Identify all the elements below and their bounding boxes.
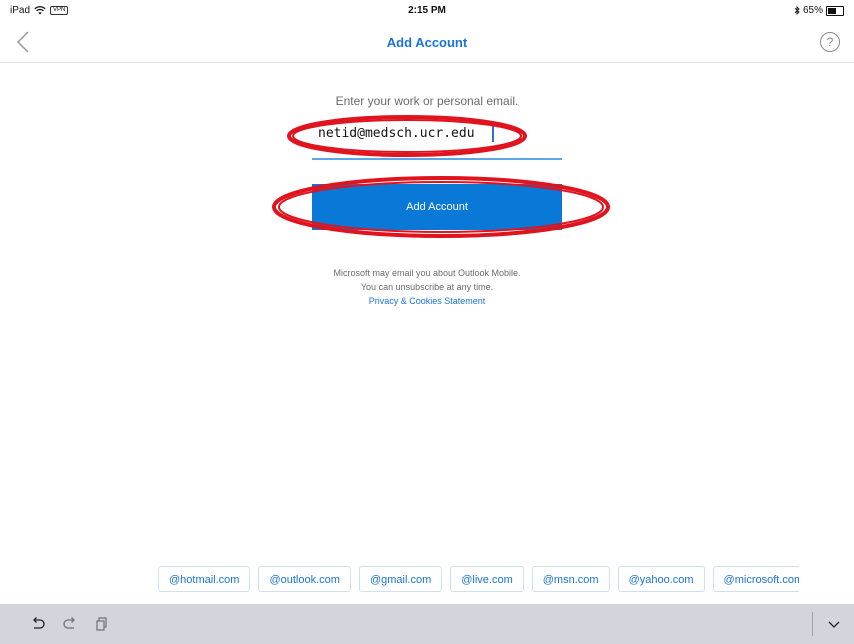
status-right: 65% bbox=[794, 5, 844, 16]
suggestion-hotmail[interactable]: @hotmail.com bbox=[158, 566, 251, 592]
nav-bar: Add Account ? bbox=[0, 22, 854, 63]
email-input[interactable] bbox=[318, 126, 508, 141]
email-field[interactable] bbox=[312, 120, 562, 160]
dismiss-keyboard-icon[interactable] bbox=[826, 616, 842, 632]
disclaimer: Microsoft may email you about Outlook Mo… bbox=[0, 266, 854, 308]
redo-icon[interactable] bbox=[62, 616, 78, 632]
status-time: 2:15 PM bbox=[408, 5, 446, 16]
disclaimer-line-1: Microsoft may email you about Outlook Mo… bbox=[333, 268, 521, 278]
domain-suggestions: @hotmail.com @outlook.com @gmail.com @li… bbox=[158, 566, 799, 594]
suggestion-outlook[interactable]: @outlook.com bbox=[258, 566, 351, 592]
suggestion-msn[interactable]: @msn.com bbox=[531, 566, 610, 592]
suggestion-yahoo[interactable]: @yahoo.com bbox=[617, 566, 705, 592]
add-account-button[interactable]: Add Account bbox=[312, 184, 562, 230]
suggestion-gmail[interactable]: @gmail.com bbox=[358, 566, 443, 592]
undo-icon[interactable] bbox=[30, 616, 46, 632]
suggestion-microsoft[interactable]: @microsoft.com bbox=[712, 566, 799, 592]
email-prompt: Enter your work or personal email. bbox=[335, 94, 519, 108]
privacy-cookies-link[interactable]: Privacy & Cookies Statement bbox=[0, 294, 854, 308]
status-bar: iPad VPN 2:15 PM 65% bbox=[0, 0, 854, 20]
suggestion-live[interactable]: @live.com bbox=[450, 566, 524, 592]
text-caret bbox=[492, 125, 494, 142]
battery-icon bbox=[826, 5, 844, 16]
keyboard-toolbar bbox=[0, 604, 854, 644]
battery-fill bbox=[828, 7, 837, 14]
battery-percent: 65% bbox=[802, 5, 823, 16]
toolbar-divider bbox=[812, 612, 813, 636]
paste-icon[interactable] bbox=[94, 616, 110, 632]
disclaimer-line-2: You can unsubscribe at any time. bbox=[360, 282, 494, 292]
page-title: Add Account bbox=[386, 35, 468, 50]
bluetooth-icon bbox=[794, 6, 800, 15]
help-icon[interactable]: ? bbox=[820, 32, 840, 52]
